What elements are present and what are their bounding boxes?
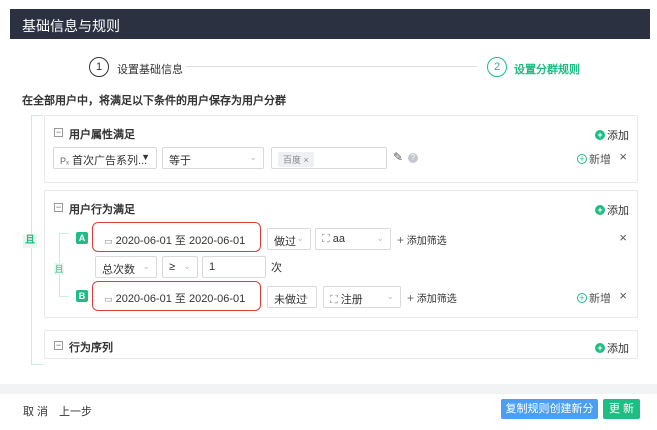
instruction-text: 在全部用户中，将满足以下条件的用户保存为用户分群 <box>22 95 286 107</box>
add-sequence-button[interactable]: + 添加 <box>595 340 629 356</box>
step-1-label: 设置基础信息 <box>117 64 183 76</box>
add-attribute-button[interactable]: + 添加 <box>595 127 629 143</box>
event-icon: ⛶ <box>322 233 330 245</box>
action-select-a[interactable]: 做过 ⌄ <box>267 228 311 250</box>
delete-rule-b-icon[interactable]: × <box>619 288 627 303</box>
chevron-down-icon: ⌄ <box>376 233 384 243</box>
cancel-button[interactable]: 取 消 <box>23 403 48 419</box>
plus-circle-icon: + <box>595 343 605 353</box>
copy-create-segment-button[interactable]: 复制规则创建新分群 <box>501 399 598 430</box>
page-title: 基础信息与规则 <box>22 18 120 34</box>
value-tag: 百度 × <box>278 152 314 167</box>
outer-and-connector[interactable]: 且 <box>23 234 37 248</box>
chevron-down-icon: ⌄ <box>386 291 394 301</box>
new-rule-button[interactable]: + 新增 <box>577 290 611 306</box>
value-tag-input[interactable]: 百度 × <box>271 147 387 169</box>
page-header: 基础信息与规则 <box>10 9 650 39</box>
behavior-panel-title: 用户行为满足 <box>69 204 135 216</box>
plus-circle-icon: + <box>595 130 605 140</box>
attribute-panel: − 用户属性满足 + 添加 Pₓ 首次广告系列... ▼ 等于 ⌄ 百度 × ✎… <box>44 115 638 183</box>
edit-pencil-icon[interactable]: ✎ <box>393 150 403 164</box>
action-select-b[interactable]: 未做过 ⌄ <box>267 286 317 308</box>
property-type-icon: Pₓ <box>60 156 69 166</box>
chevron-down-icon: ⌄ <box>183 261 191 271</box>
collapse-icon[interactable]: − <box>54 341 63 350</box>
chevron-down-icon: ⌄ <box>296 233 304 243</box>
metric-select[interactable]: 总次数 ⌄ <box>95 256 157 278</box>
chevron-down-icon: ⌄ <box>302 291 310 301</box>
remove-tag-icon[interactable]: × <box>304 155 309 165</box>
operator-select[interactable]: 等于 ⌄ <box>162 147 264 169</box>
event-select-a[interactable]: ⛶ aa ⌄ <box>315 228 391 250</box>
compare-op-select[interactable]: ≥ ⌄ <box>162 256 198 278</box>
previous-step-button[interactable]: 上一步 <box>59 403 92 419</box>
chevron-down-icon: ⌄ <box>249 152 257 162</box>
step-divider <box>186 66 477 67</box>
plus-circle-outline-icon: + <box>577 154 587 164</box>
highlight-box-b <box>92 281 261 311</box>
inner-and-connector[interactable]: 且 <box>54 263 64 275</box>
property-select[interactable]: Pₓ 首次广告系列... ▼ <box>53 147 157 169</box>
delete-rule-a-icon[interactable]: × <box>619 230 627 245</box>
footer-divider <box>0 384 657 394</box>
attribute-panel-title: 用户属性满足 <box>69 129 135 141</box>
rule-badge-b: B <box>76 290 88 302</box>
update-button[interactable]: 更 新 <box>603 399 640 419</box>
count-input[interactable]: 1 <box>202 256 266 278</box>
add-filter-a[interactable]: + 添加筛选 <box>397 232 447 247</box>
event-icon: ⛶ <box>330 294 338 306</box>
plus-circle-icon: + <box>595 205 605 215</box>
step-2-number: 2 <box>487 57 507 77</box>
delete-condition-icon[interactable]: × <box>619 149 627 164</box>
collapse-icon[interactable]: − <box>54 128 63 137</box>
step-2-label: 设置分群规则 <box>514 64 580 76</box>
sequence-panel: − 行为序列 + 添加 <box>44 330 638 359</box>
segment-rule-editor: 基础信息与规则 1 设置基础信息 2 设置分群规则 在全部用户中，将满足以下条件… <box>0 0 657 430</box>
help-icon[interactable]: ? <box>408 153 418 163</box>
new-condition-button[interactable]: + 新增 <box>577 151 611 167</box>
count-unit: 次 <box>271 262 282 274</box>
sequence-panel-title: 行为序列 <box>69 342 113 354</box>
rule-badge-a: A <box>76 232 88 244</box>
step-1-number: 1 <box>89 57 109 77</box>
highlight-box-a <box>92 222 261 252</box>
chevron-down-icon: ⌄ <box>142 261 150 271</box>
plus-circle-outline-icon: + <box>577 293 587 303</box>
event-select-b[interactable]: ⛶ 注册 ⌄ <box>323 286 401 308</box>
collapse-icon[interactable]: − <box>54 203 63 212</box>
add-filter-b[interactable]: + 添加筛选 <box>407 290 457 305</box>
chevron-down-icon: ▼ <box>141 152 150 162</box>
add-behavior-button[interactable]: + 添加 <box>595 202 629 218</box>
